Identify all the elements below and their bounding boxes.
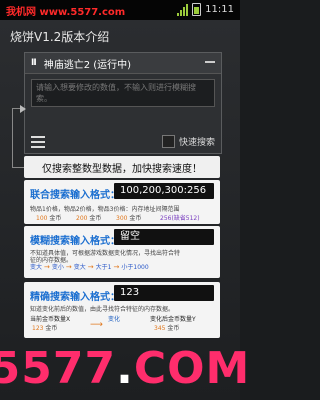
joint-item-2-unit: 金币 [89,215,102,222]
clock: 11:11 [205,4,234,15]
fuzzy-search-section: 模糊搜索输入格式： 留空 不知道具体值，可根据游戏数据变化情况，寻找出符合特 征… [24,226,220,278]
chain-step-3: 变大 [73,264,86,271]
page-title: 烧饼V1.2版本介绍 [10,30,110,44]
joint-search-desc: 物品1价格，物品2价格，物品3价格：内存地址间隔范围 [30,206,180,213]
current-amount-num: 123 [32,325,44,332]
floating-panel: II 神庙逃亡2 (运行中) 请输入想要修改的数值，不输入则进行模糊搜索。 快速… [24,52,222,154]
signal-icon [177,3,189,16]
arrow-right-icon: → [87,262,94,271]
after-amount-num: 345 [154,325,166,332]
site-watermark: 我机网 www.5577.com [6,6,126,18]
joint-item-3-unit: 金币 [129,215,142,222]
panel-footer: 快速搜索 [25,131,221,153]
joint-item-1-unit: 金币 [49,215,62,222]
joint-search-title: 联合搜索输入格式： [30,190,120,201]
change-label: 变化 [108,316,121,323]
exact-search-section: 精确搜索输入格式： 123 知道变化前后的数值，由此寻找符合特征的内存数据。 当… [24,282,220,338]
minimize-icon[interactable] [205,61,215,63]
joint-search-section: 联合搜索输入格式： 100,200,300:256 物品1价格，物品2价格，物品… [24,180,220,224]
current-amount-label: 当前金币数量X [30,316,71,323]
current-amount: 123 金币 [32,323,57,332]
arrow-right-icon [20,105,26,113]
logo-main: 5577 [0,342,117,394]
pause-icon[interactable]: II [31,58,37,68]
search-input[interactable]: 请输入想要修改的数值，不输入则进行模糊搜索。 [31,79,215,107]
fuzzy-chain: 变大 → 变小 → 变大 → 大于1 → 小于1000 [30,262,149,272]
fuzzy-search-title: 模糊搜索输入格式： [30,236,120,247]
status-icons: 11:11 [177,3,234,16]
arrow-right-icon: → [113,262,120,271]
checkbox-icon[interactable] [161,135,175,148]
chain-step-2: 变小 [51,264,64,271]
exact-search-example: 123 [114,285,214,301]
fuzzy-search-example: 留空 [114,229,214,245]
exact-search-desc: 知道变化前后的数值，由此寻找符合特征的内存数据。 [30,306,175,313]
after-amount-label: 变化后金币数量Y [150,316,196,323]
site-logo: 5577. COM [0,338,249,398]
current-amount-unit: 金币 [45,325,58,332]
quick-search-label: 快速搜索 [178,138,215,148]
arrow-right-icon: → [65,262,72,271]
joint-item-1: 100 金币 [36,213,61,222]
menu-icon[interactable] [31,136,45,148]
chain-step-5: 小于1000 [121,264,149,271]
after-amount-unit: 金币 [167,325,180,332]
joint-item-2: 200 金币 [76,213,101,222]
logo-tail: COM [133,342,251,394]
panel-header[interactable]: II 神庙逃亡2 (运行中) [25,53,221,74]
panel-title: 神庙逃亡2 (运行中) [43,59,132,71]
tip-banner: 仅搜索整数型数据，加快搜索速度！ [24,156,220,178]
arrow-right-icon: ⟶ [90,320,103,330]
joint-item-3: 300 金币 [116,213,141,222]
joint-item-2-num: 200 [76,215,88,222]
after-amount: 345 金币 [154,323,179,332]
chain-step-1: 变大 [30,264,43,271]
app-screen: 烧饼V1.2版本介绍 II 神庙逃亡2 (运行中) 请输入想要修改的数值，不输入… [0,20,249,400]
exact-search-title: 精确搜索输入格式： [30,292,120,303]
battery-icon [192,3,202,16]
joint-item-1-num: 100 [36,215,48,222]
arrow-right-icon: → [44,262,50,271]
quick-search-toggle[interactable]: 快速搜索 [161,135,215,148]
logo-dot: . [116,342,134,394]
chain-step-4: 大于1 [95,264,112,271]
joint-range: 256(缺省512) [160,215,200,222]
joint-item-3-num: 300 [116,215,128,222]
joint-search-example: 100,200,300:256 [114,183,214,199]
status-bar: 我机网 www.5577.com 11:11 [0,0,240,20]
